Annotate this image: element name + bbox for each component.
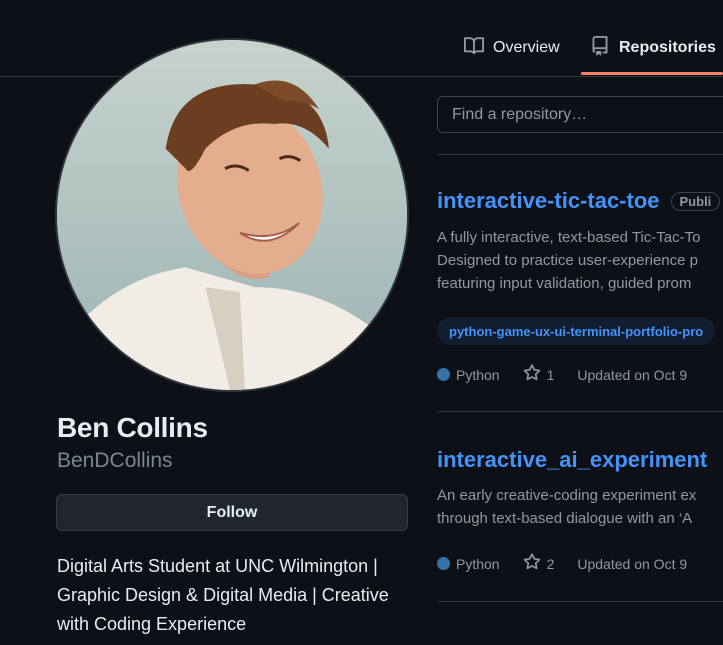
repo-description: A fully interactive, text-based Tic-Tac-… (437, 226, 700, 295)
profile-bio: Digital Arts Student at UNC Wilmington |… (57, 552, 417, 639)
tab-overview[interactable]: Overview (464, 28, 560, 68)
bio-line: Digital Arts Student at UNC Wilmington | (57, 556, 378, 576)
repo-meta: Python 2 Updated on Oct 9 (437, 553, 687, 574)
language-color-dot (437, 368, 450, 381)
divider (437, 601, 723, 602)
profile-login: BenDCollins (57, 449, 173, 472)
profile-name: Ben Collins (57, 412, 208, 443)
divider (437, 154, 723, 155)
topic-tag[interactable]: python-game-ux-ui-terminal-portfolio-pro (437, 317, 716, 345)
repo-title-row: interactive-tic-tac-toe Publi (437, 188, 721, 214)
tab-overview-label: Overview (493, 39, 560, 56)
updated-time: Updated on Oct 9 (577, 366, 688, 383)
profile-nav: Overview Repositories (0, 0, 723, 77)
description-line: through text-based dialogue with an ‘A (437, 510, 693, 527)
repo-name-link[interactable]: interactive-tic-tac-toe (437, 188, 660, 214)
star-icon (523, 364, 541, 385)
repo-icon (590, 35, 610, 61)
tab-repositories[interactable]: Repositories (590, 28, 716, 68)
book-icon (464, 36, 485, 61)
divider (437, 411, 723, 412)
star-icon (523, 553, 541, 574)
repository-search-input[interactable] (437, 96, 723, 133)
bio-line: with Coding Experience (57, 614, 247, 634)
active-tab-indicator (581, 72, 723, 75)
tab-repositories-label: Repositories (619, 39, 716, 56)
stargazers-link[interactable]: 2 (523, 553, 555, 574)
profile-page: Overview Repositories Ben Collins BenDCo… (0, 0, 723, 645)
follow-button[interactable]: Follow (56, 494, 408, 531)
description-line: Designed to practice user-experience p (437, 252, 698, 269)
star-count: 1 (546, 366, 555, 383)
repo-title-row: interactive_ai_experiment (437, 447, 707, 473)
bio-line: Graphic Design & Digital Media | Creativ… (57, 585, 389, 605)
stargazers-link[interactable]: 1 (523, 364, 555, 385)
repo-language: Python (456, 555, 500, 572)
description-line: A fully interactive, text-based Tic-Tac-… (437, 229, 701, 246)
visibility-badge: Publi (670, 191, 721, 211)
updated-time: Updated on Oct 9 (577, 555, 688, 572)
repo-description: An early creative-coding experiment ex t… (437, 484, 696, 530)
repo-language: Python (456, 366, 500, 383)
description-line: featuring input validation, guided prom (437, 275, 692, 292)
repo-name-link[interactable]: interactive_ai_experiment (437, 447, 707, 473)
description-line: An early creative-coding experiment ex (437, 487, 697, 504)
repo-meta: Python 1 Updated on Oct 9 (437, 364, 687, 385)
language-color-dot (437, 557, 450, 570)
avatar[interactable] (55, 38, 409, 392)
star-count: 2 (546, 555, 555, 572)
